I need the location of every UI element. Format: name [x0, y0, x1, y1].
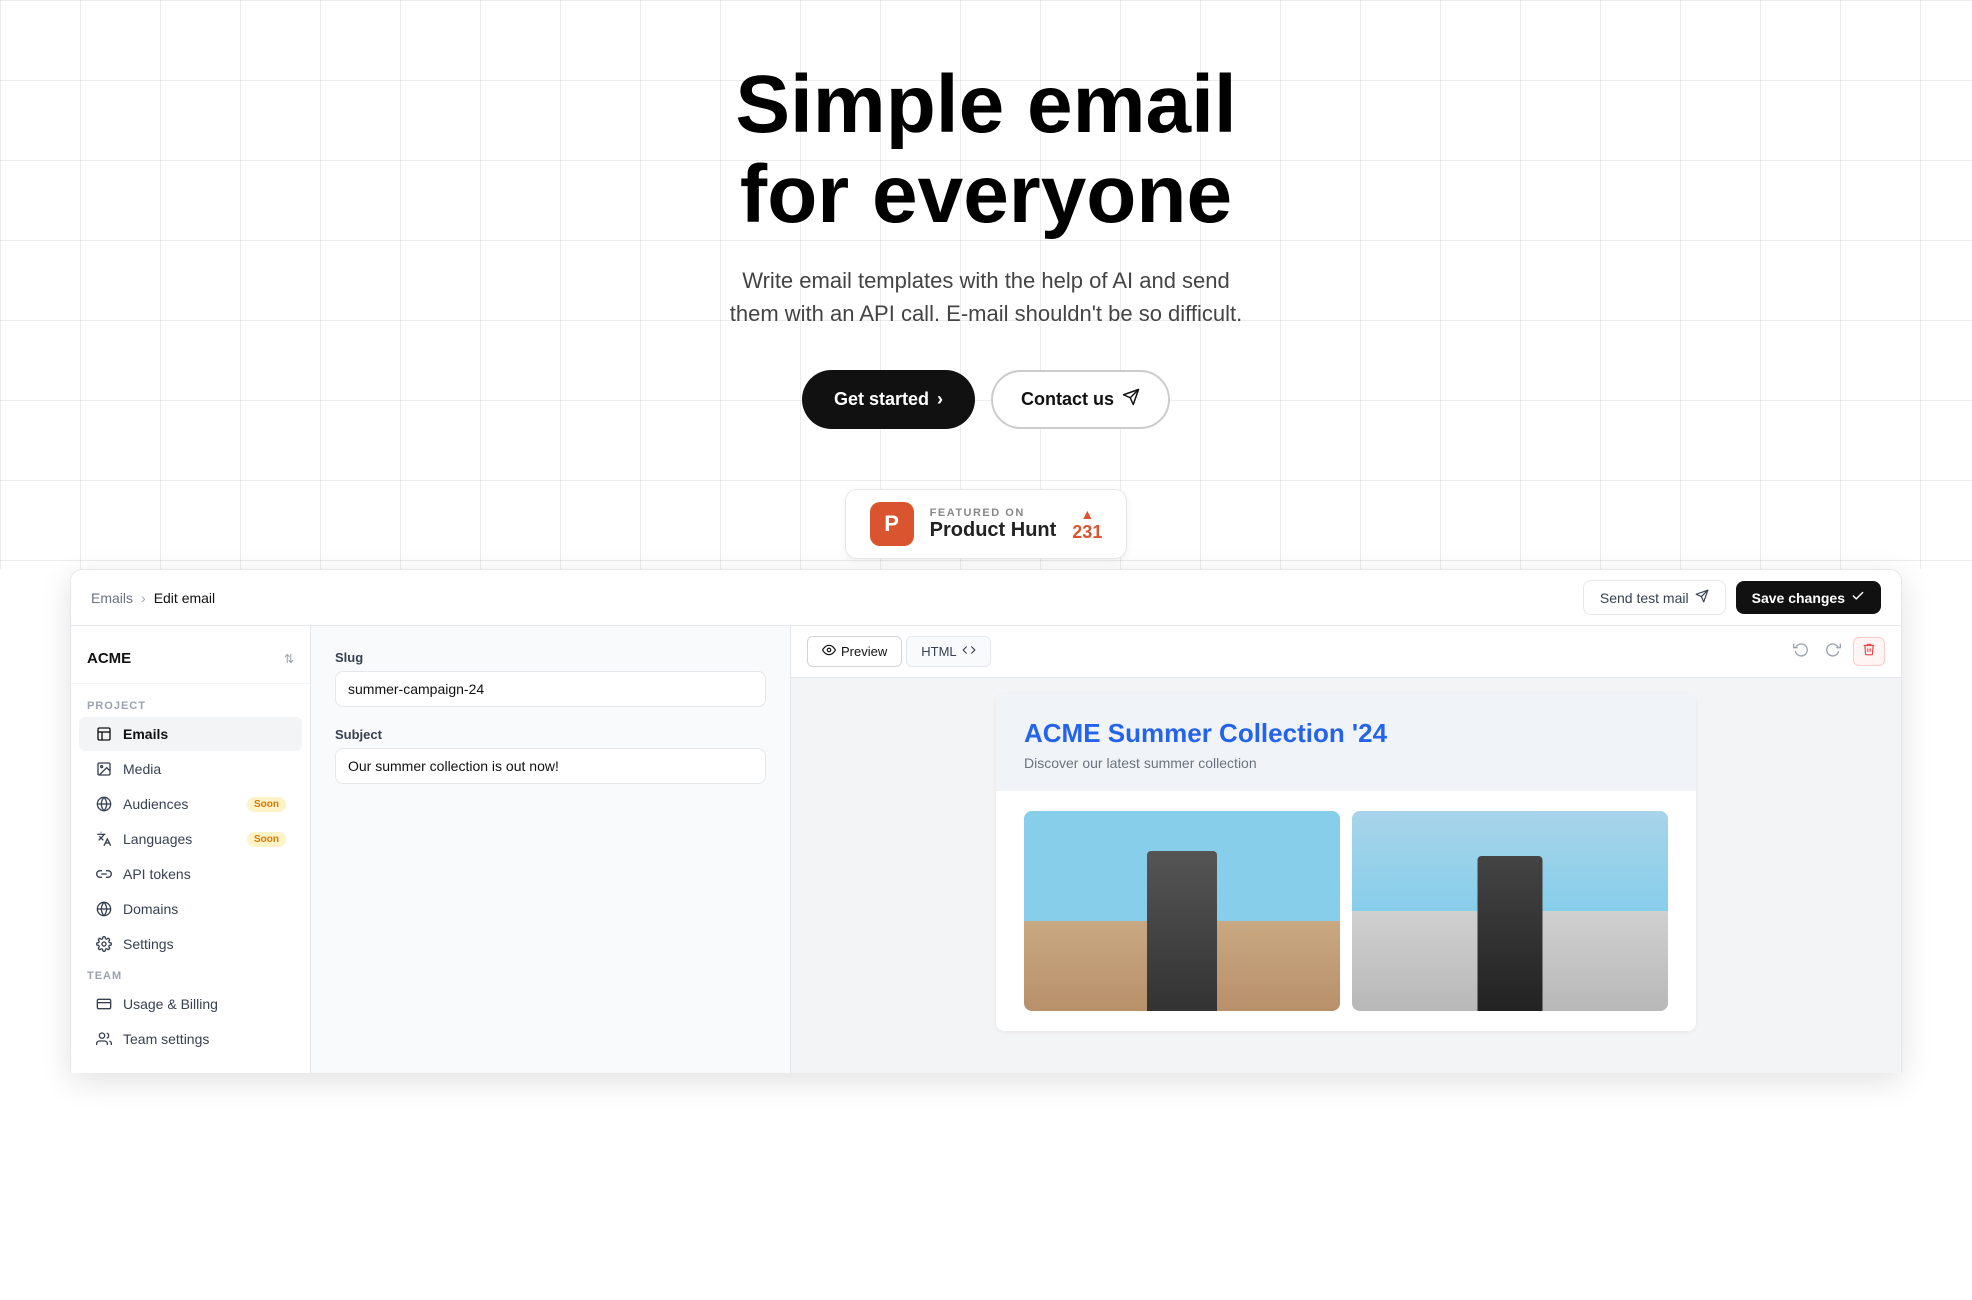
sidebar-item-api-tokens[interactable]: API tokens: [79, 857, 302, 891]
hero-subtitle: Write email templates with the help of A…: [716, 264, 1256, 330]
breadcrumb-current: Edit email: [154, 590, 215, 606]
team-icon: [95, 1030, 113, 1048]
email-image-2: [1352, 811, 1668, 1011]
breadcrumb-separator: ›: [141, 590, 146, 606]
sidebar-item-domains[interactable]: Domains: [79, 892, 302, 926]
sidebar-item-usage-billing[interactable]: Usage & Billing: [79, 987, 302, 1021]
contact-us-button[interactable]: Contact us: [991, 370, 1170, 429]
sidebar-item-media[interactable]: Media: [79, 752, 302, 786]
header-actions: Send test mail Save changes: [1583, 580, 1881, 615]
product-hunt-text: FEATURED ON Product Hunt: [930, 507, 1057, 542]
tab-preview[interactable]: Preview: [807, 636, 902, 667]
slug-field-group: Slug: [335, 650, 766, 707]
sidebar-item-team-settings[interactable]: Team settings: [79, 1022, 302, 1056]
chevron-right-icon: ›: [937, 389, 943, 410]
workspace-chevron-icon: ⇅: [284, 652, 294, 666]
product-hunt-badge[interactable]: P FEATURED ON Product Hunt ▲ 231: [845, 489, 1128, 559]
workspace-name: ACME: [87, 650, 131, 667]
subject-field-group: Subject: [335, 727, 766, 784]
sidebar-settings-label: Settings: [123, 936, 174, 952]
languages-soon-badge: Soon: [247, 832, 286, 847]
sidebar-emails-label: Emails: [123, 726, 168, 742]
email-card: ACME Summer Collection '24 Discover our …: [996, 694, 1696, 1031]
email-images-grid: [996, 791, 1696, 1031]
email-preview-subtitle: Discover our latest summer collection: [1024, 755, 1668, 771]
sidebar-team-label: TEAM: [71, 962, 310, 986]
app-header: Emails › Edit email Send test mail Save …: [71, 570, 1901, 626]
email-preview-title: ACME Summer Collection '24: [1024, 718, 1668, 749]
undo-button[interactable]: [1789, 637, 1813, 666]
app-body: ACME ⇅ PROJECT Emails Media A: [71, 626, 1901, 1073]
sidebar-domains-label: Domains: [123, 901, 178, 917]
preview-tabs: Preview HTML: [807, 636, 991, 667]
sidebar-usage-billing-label: Usage & Billing: [123, 996, 218, 1012]
breadcrumb-emails-link[interactable]: Emails: [91, 590, 133, 606]
preview-panel: Preview HTML: [791, 626, 1901, 1073]
slug-label: Slug: [335, 650, 766, 665]
sidebar-languages-label: Languages: [123, 831, 192, 847]
audiences-soon-badge: Soon: [247, 797, 286, 812]
app-window: Emails › Edit email Send test mail Save …: [70, 569, 1902, 1073]
product-hunt-votes: ▲ 231: [1072, 506, 1102, 543]
audiences-icon: [95, 795, 113, 813]
email-image-1: [1024, 811, 1340, 1011]
tab-html[interactable]: HTML: [906, 636, 990, 667]
sidebar-item-languages[interactable]: Languages Soon: [79, 822, 302, 856]
sidebar-item-audiences[interactable]: Audiences Soon: [79, 787, 302, 821]
subject-input[interactable]: [335, 748, 766, 784]
slug-input[interactable]: [335, 671, 766, 707]
get-started-button[interactable]: Get started ›: [802, 370, 975, 429]
preview-toolbar: Preview HTML: [791, 626, 1901, 678]
media-icon: [95, 760, 113, 778]
send-test-mail-button[interactable]: Send test mail: [1583, 580, 1726, 615]
email-header: ACME Summer Collection '24 Discover our …: [996, 694, 1696, 791]
send-mail-icon: [1695, 589, 1709, 606]
delete-button[interactable]: [1853, 637, 1885, 666]
sidebar-item-settings[interactable]: Settings: [79, 927, 302, 961]
sidebar-api-tokens-label: API tokens: [123, 866, 191, 882]
domains-icon: [95, 900, 113, 918]
preview-actions: [1789, 637, 1885, 666]
languages-icon: [95, 830, 113, 848]
send-icon: [1122, 388, 1140, 411]
breadcrumb: Emails › Edit email: [91, 590, 215, 606]
sidebar: ACME ⇅ PROJECT Emails Media A: [71, 626, 311, 1073]
sidebar-project-label: PROJECT: [71, 692, 310, 716]
hero-title: Simple email for everyone: [20, 60, 1952, 240]
api-tokens-icon: [95, 865, 113, 883]
eye-icon: [822, 643, 836, 660]
form-panel: Slug Subject: [311, 626, 791, 1073]
sidebar-media-label: Media: [123, 761, 161, 777]
sidebar-audiences-label: Audiences: [123, 796, 188, 812]
workspace-selector[interactable]: ACME ⇅: [71, 642, 310, 684]
hero-buttons: Get started › Contact us: [20, 370, 1952, 429]
check-icon: [1851, 589, 1865, 606]
hero-section: Simple email for everyone Write email te…: [0, 0, 1972, 569]
settings-icon: [95, 935, 113, 953]
sidebar-item-emails[interactable]: Emails: [79, 717, 302, 751]
emails-icon: [95, 725, 113, 743]
email-preview-area: ACME Summer Collection '24 Discover our …: [791, 678, 1901, 1073]
upvote-arrow-icon: ▲: [1080, 506, 1094, 522]
billing-icon: [95, 995, 113, 1013]
sidebar-team-settings-label: Team settings: [123, 1031, 209, 1047]
code-icon: [962, 643, 976, 660]
save-changes-button[interactable]: Save changes: [1736, 581, 1881, 614]
product-hunt-logo: P: [870, 502, 914, 546]
refresh-button[interactable]: [1821, 637, 1845, 666]
subject-label: Subject: [335, 727, 766, 742]
